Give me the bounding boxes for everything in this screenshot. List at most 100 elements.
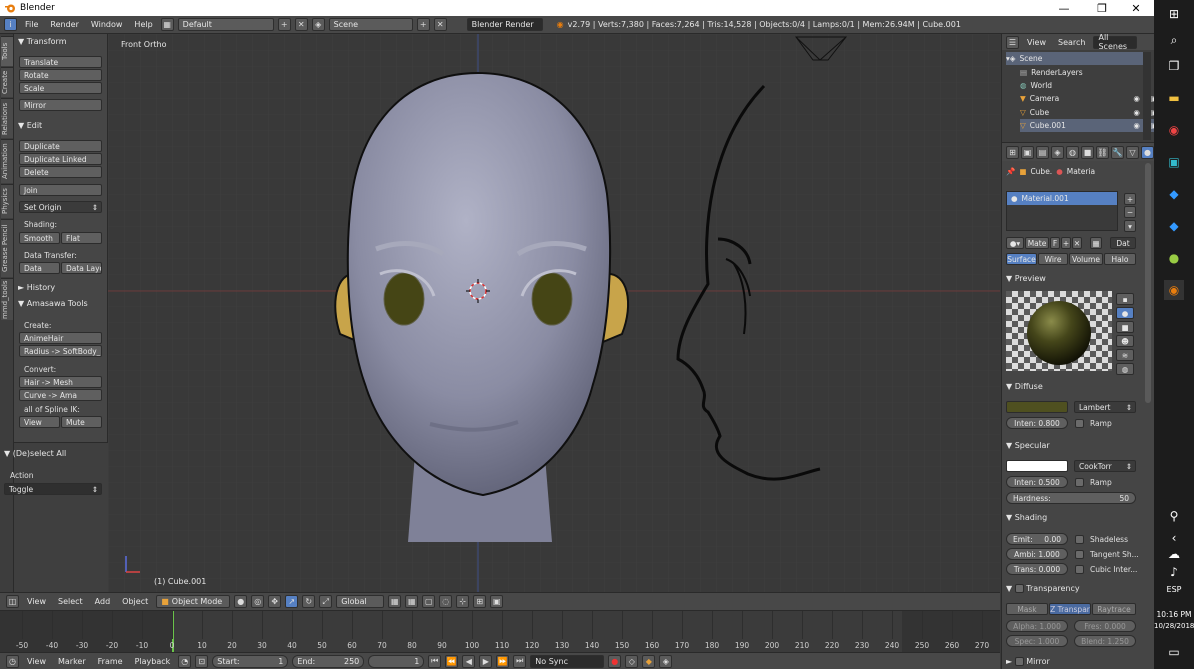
clock-date[interactable]: 10/28/2018 (1154, 622, 1194, 630)
snap-icon[interactable]: ⊹ (456, 595, 470, 608)
record-icon[interactable]: ● (608, 654, 622, 668)
curve-to-ama-button[interactable]: Curve -> Ama (19, 389, 102, 401)
material-name-field[interactable]: Mate (1025, 237, 1049, 249)
diffuse-shader-select[interactable]: Lambert ⇕ (1074, 401, 1136, 413)
menu-object[interactable]: Object (118, 597, 152, 606)
layout-grid-icon[interactable]: ▦ (160, 18, 174, 31)
action-dropdown[interactable]: Toggle ⇕ (4, 483, 102, 495)
render-tab-icon[interactable]: ▣ (1021, 145, 1034, 159)
file-explorer-icon[interactable]: ▬ (1164, 88, 1184, 108)
mirror-panel-header[interactable]: ► Mirror (1006, 657, 1050, 666)
menu-window[interactable]: Window (87, 20, 127, 29)
manipulator-icon[interactable]: ✥ (268, 595, 282, 608)
transparency-panel-header[interactable]: ▼ Transparency (1006, 584, 1080, 593)
diffuse-ramp-checkbox[interactable] (1075, 419, 1084, 428)
outliner-view-menu[interactable]: View (1023, 38, 1050, 47)
specular-color-swatch[interactable] (1006, 460, 1068, 472)
app-icon-3[interactable]: ◆ (1164, 216, 1184, 236)
preview-sky-button[interactable]: ◍ (1116, 363, 1134, 375)
specular-shader-select[interactable]: CookTorr ⇕ (1074, 460, 1136, 472)
deselect-all-header[interactable]: ▼ (De)select All (4, 449, 66, 458)
next-keyframe-icon[interactable]: ⏩ (496, 654, 510, 668)
delete-button[interactable]: Delete (19, 166, 102, 178)
hardness-field[interactable]: Hardness: 50 (1006, 492, 1136, 504)
editor-type-info-icon[interactable]: i (4, 18, 17, 31)
viewport-canvas[interactable] (108, 34, 1000, 592)
tab-relations[interactable]: Relations (1, 98, 13, 138)
outliner-scrollbar[interactable] (1143, 52, 1151, 140)
world-tab-icon[interactable]: ◍ (1066, 145, 1079, 159)
tangent-shading-checkbox[interactable] (1075, 550, 1084, 559)
blender-taskbar-icon[interactable]: ◉ (1164, 280, 1184, 300)
tab-mmd-tools[interactable]: mmd_tools (1, 278, 13, 320)
menu-render[interactable]: Render (46, 20, 82, 29)
editor-type-properties-icon[interactable]: ⊞ (1006, 145, 1019, 159)
tab-tools[interactable]: Tools (1, 36, 13, 66)
app-icon-1[interactable]: ▣ (1164, 152, 1184, 172)
layers-grid-2-icon[interactable]: ▦ (405, 595, 419, 608)
opengl-render-icon[interactable]: ▣ (490, 595, 504, 608)
snap-element-icon[interactable]: ⊞ (473, 595, 487, 608)
editor-type-3d-icon[interactable]: ◫ (6, 595, 19, 608)
outliner-item-cube[interactable]: ▽Cube◉ ↖ ▣ (1020, 106, 1160, 119)
duplicate-button[interactable]: Duplicate (19, 140, 102, 152)
keying-set-icon[interactable]: ◇ (625, 654, 639, 668)
preview-panel-header[interactable]: ▼ Preview (1006, 274, 1046, 283)
input-language[interactable]: ESP (1154, 585, 1194, 594)
outliner-search-menu[interactable]: Search (1054, 38, 1089, 47)
notifications-icon[interactable]: ▭ (1164, 642, 1184, 662)
editor-type-timeline-icon[interactable]: ◷ (6, 654, 19, 668)
scale-manipulator-icon[interactable]: ⤢ (319, 595, 333, 608)
current-frame-field[interactable]: 1 (368, 654, 425, 668)
specular-alpha-field[interactable]: Spec: 1.000 (1006, 635, 1068, 647)
anime-hair-button[interactable]: AnimeHair (19, 332, 102, 344)
new-material-button[interactable]: + (1061, 237, 1071, 249)
tab-physics[interactable]: Physics (1, 184, 13, 218)
mode-select[interactable]: ■ Object Mode (156, 595, 231, 608)
outliner-item-scene[interactable]: ▾◈ Scene (1006, 52, 1146, 65)
layout-select[interactable]: Default (177, 18, 274, 31)
preview-cube-button[interactable]: ■ (1116, 321, 1134, 333)
search-icon[interactable]: ⌕ (1164, 30, 1184, 50)
end-frame-field[interactable]: End: 250 (292, 654, 365, 668)
shadeless-checkbox[interactable] (1075, 535, 1084, 544)
history-panel-header[interactable]: ► History (18, 283, 55, 292)
fresnel-field[interactable]: Fres: 0.000 (1074, 620, 1136, 632)
menu-frame[interactable]: Frame (94, 657, 127, 666)
windows-start-icon[interactable]: ⊞ (1164, 4, 1184, 24)
keyframe-insert-icon[interactable]: ◆ (642, 654, 656, 668)
prev-keyframe-icon[interactable]: ⏪ (445, 654, 459, 668)
mirror-button[interactable]: Mirror (19, 99, 102, 111)
layout-remove-icon[interactable]: ✕ (294, 18, 308, 31)
left-eye[interactable] (383, 272, 425, 326)
menu-select[interactable]: Select (54, 597, 87, 606)
object-tab-icon[interactable]: ■ (1081, 145, 1094, 159)
chrome-icon[interactable]: ◉ (1164, 120, 1184, 140)
layer-lock-icon[interactable]: ▢ (422, 595, 436, 608)
pin-icon[interactable]: 📌 (1006, 167, 1015, 176)
data-layout-button[interactable]: Data Layo (61, 262, 102, 274)
menu-add[interactable]: Add (91, 597, 115, 606)
layers-tab-icon[interactable]: ▤ (1036, 145, 1049, 159)
diffuse-panel-header[interactable]: ▼ Diffuse (1006, 382, 1043, 391)
blend-field[interactable]: Blend: 1.250 (1074, 635, 1136, 647)
ambient-field[interactable]: Ambi: 1.000 (1006, 548, 1068, 560)
outliner-item-renderlayers[interactable]: ▤ RenderLayers (1020, 66, 1160, 79)
tab-halo[interactable]: Halo (1104, 253, 1136, 265)
scene-add-icon[interactable]: + (416, 18, 430, 31)
diffuse-intensity-slider[interactable]: Inten: 0.800 (1006, 417, 1068, 429)
constraints-tab-icon[interactable]: ⛓ (1096, 145, 1109, 159)
tab-wire[interactable]: Wire (1038, 253, 1068, 265)
material-tab-icon[interactable]: ● (1141, 145, 1154, 159)
duplicate-linked-button[interactable]: Duplicate Linked (19, 153, 102, 165)
tab-create[interactable]: Create (1, 67, 13, 97)
outliner-item-world[interactable]: ◍ World (1020, 79, 1160, 92)
layers-grid-icon[interactable]: ▦ (388, 595, 402, 608)
radius-softbody-button[interactable]: Radius -> SoftBody_... (19, 345, 102, 357)
specular-ramp-checkbox[interactable] (1075, 478, 1084, 487)
volume-icon[interactable]: ♪ (1164, 562, 1184, 582)
preview-sphere-button[interactable]: ● (1116, 307, 1134, 319)
material-browse-button[interactable]: ●▾ (1006, 237, 1024, 249)
add-slot-button[interactable]: + (1124, 193, 1136, 205)
mask-button[interactable]: Mask (1006, 603, 1048, 615)
